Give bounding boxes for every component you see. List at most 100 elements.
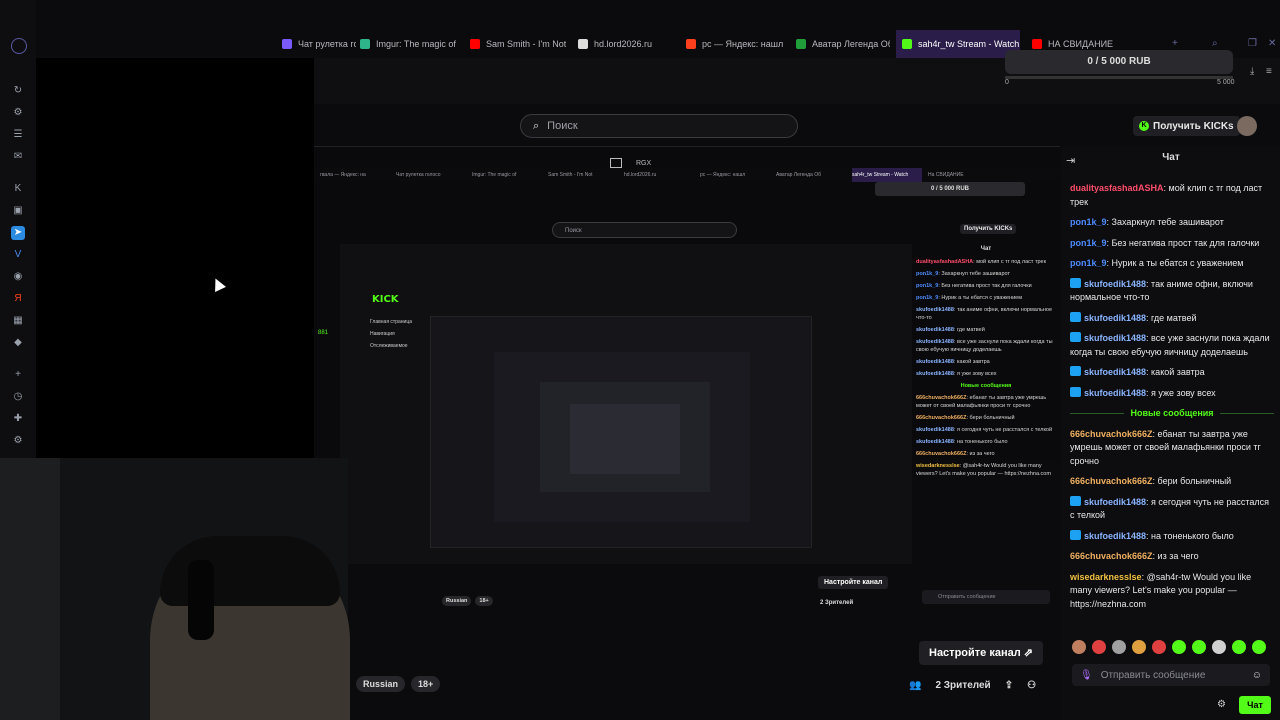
pip-icon[interactable] <box>610 158 622 168</box>
chat-username[interactable]: pon1k_9 <box>1070 217 1107 227</box>
tab-label: НА СВИДАНИЕ <box>1048 39 1114 49</box>
inner-donation-goal: 0 / 5 000 RUB <box>875 182 1025 196</box>
search-icon: ⌕ <box>533 119 540 132</box>
mail-icon[interactable]: ✉ <box>11 150 25 164</box>
chat-message: pon1k_9: Нурик а ты ебатся с уважением <box>1070 257 1274 271</box>
chat-username[interactable]: skufoedik1488 <box>1084 367 1146 377</box>
tab-favicon-icon <box>360 39 370 49</box>
chat-username[interactable]: dualityasfashadASHA <box>1070 183 1164 193</box>
add-user-icon[interactable]: ⚇ <box>1027 680 1036 691</box>
emote-icon[interactable] <box>1152 640 1166 654</box>
kick-logo: KICK <box>372 294 399 305</box>
menu-icon[interactable]: ≡ <box>1266 66 1272 77</box>
tab-favicon-icon <box>1032 39 1042 49</box>
emote-icon[interactable] <box>1112 640 1126 654</box>
chat-username[interactable]: pon1k_9 <box>1070 238 1107 248</box>
tag-age[interactable]: 18+ <box>411 676 441 692</box>
viewer-count: 👥 2 Зрителей ⇪ ⚇ <box>909 680 1036 691</box>
robot-icon[interactable]: ⚙ <box>11 106 25 120</box>
get-kicks-button[interactable]: K Получить KICKs <box>1133 116 1240 136</box>
tab-4[interactable]: рс — Яндекс: нашл <box>680 30 784 58</box>
yandex-icon[interactable]: Я <box>11 292 25 306</box>
emote-icon[interactable] <box>1252 640 1266 654</box>
verified-badge-icon <box>1070 277 1081 288</box>
chat-username[interactable]: 666chuvachok666Z <box>1070 429 1153 439</box>
chat-username[interactable]: skufoedik1488 <box>1084 531 1146 541</box>
restore-window-icon[interactable]: ❐ <box>1248 38 1257 49</box>
player-overlay: RGX <box>610 158 651 168</box>
tab-0[interactable]: Чат рулетка голосо <box>276 30 356 58</box>
inner-chat-text: : где матвей <box>953 327 985 333</box>
inner-chat-line: 666chuvachok666Z: бери больничный <box>916 414 1056 422</box>
nested-stream-5 <box>570 404 680 474</box>
telegram-icon[interactable]: ➤ <box>11 226 25 240</box>
emote-icon[interactable] <box>1192 640 1206 654</box>
twitch-icon[interactable]: ▣ <box>11 204 25 218</box>
chat-username[interactable]: wisedarknesslse <box>1070 572 1142 582</box>
nested-nav-home: Главная страница <box>370 319 412 325</box>
emote-icon[interactable] <box>1172 640 1186 654</box>
tab-label: hd.lord2026.ru <box>594 39 653 49</box>
emote-icon[interactable] <box>1132 640 1146 654</box>
tab-2[interactable]: Sam Smith - I'm Not <box>464 30 566 58</box>
microphone-icon[interactable]: 🎙 <box>1080 670 1093 681</box>
chat-send-button[interactable]: Чат <box>1239 696 1271 714</box>
share-icon[interactable]: ⇪ <box>1005 680 1013 691</box>
inner-chat-user: 666chuvachok666Z <box>916 395 967 401</box>
close-window-icon[interactable]: ✕ <box>1268 38 1276 49</box>
emote-icon[interactable] <box>1092 640 1106 654</box>
chat-username[interactable]: 666chuvachok666Z <box>1070 476 1153 486</box>
chat-username[interactable]: 666chuvachok666Z <box>1070 551 1153 561</box>
chat-username[interactable]: skufoedik1488 <box>1084 279 1146 289</box>
tab-6[interactable]: sah4r_tw Stream - Watch <box>896 30 1020 58</box>
chat-username[interactable]: skufoedik1488 <box>1084 313 1146 323</box>
history-icon[interactable]: ↻ <box>11 84 25 98</box>
inner-tag-language: Russian <box>442 596 472 606</box>
photo-icon[interactable]: ▦ <box>11 314 25 328</box>
inner-tab: Sam Smith - I'm Not <box>548 172 593 178</box>
chat-message: skufoedik1488: какой завтра <box>1070 366 1274 380</box>
chat-username[interactable]: skufoedik1488 <box>1084 388 1146 398</box>
chat-message: skufoedik1488: где матвей <box>1070 311 1274 326</box>
chat-settings-icon[interactable]: ⚙ <box>1217 699 1226 710</box>
chat-text: : где матвей <box>1146 312 1197 323</box>
goal-max: 5 000 <box>1217 79 1235 86</box>
chat-message: skufoedik1488: я уже зову всех <box>1070 386 1274 401</box>
clock-icon[interactable]: ◷ <box>11 390 25 404</box>
inner-chat-user: skufoedik1488 <box>916 327 954 333</box>
puzzle-icon[interactable]: ✚ <box>11 412 25 426</box>
rgx-label: RGX <box>636 159 652 167</box>
chat-message: skufoedik1488: на тоненького было <box>1070 529 1274 544</box>
download-icon[interactable]: ⤓ <box>1250 66 1254 77</box>
browser-logo-icon[interactable] <box>11 38 27 54</box>
chat-username[interactable]: skufoedik1488 <box>1084 497 1146 507</box>
new-tab-button[interactable]: + <box>1172 38 1178 49</box>
inner-chat-text: : Нурик а ты ебатся с уважением <box>938 295 1023 301</box>
add-icon[interactable]: + <box>11 368 25 382</box>
inner-chat-user: 666chuvachok666Z <box>916 415 967 421</box>
search-tabs-icon[interactable]: ⌕ <box>1212 38 1218 49</box>
emote-icon[interactable] <box>1212 640 1226 654</box>
microphone <box>188 560 214 640</box>
tab-3[interactable]: hd.lord2026.ru <box>572 30 674 58</box>
discord-icon[interactable]: ◉ <box>11 270 25 284</box>
settings-icon[interactable]: ⚙ <box>11 434 25 448</box>
game-icon[interactable]: ◆ <box>11 336 25 350</box>
emoji-icon[interactable]: ☺ <box>1252 670 1262 681</box>
checklist-icon[interactable]: ☰ <box>11 128 25 142</box>
inner-tab: hd.lord2026.ru <box>624 172 657 178</box>
configure-channel-button[interactable]: Настройте канал ⇗ <box>919 641 1043 665</box>
tab-5[interactable]: Аватар Легенда Об <box>790 30 890 58</box>
chat-input[interactable]: 🎙 Отправить сообщение ☺ <box>1072 664 1270 686</box>
tab-label: Imgur: The magic of <box>376 39 456 49</box>
emote-icon[interactable] <box>1072 640 1086 654</box>
chat-username[interactable]: skufoedik1488 <box>1084 333 1146 343</box>
tab-1[interactable]: Imgur: The magic of <box>354 30 458 58</box>
kick-icon[interactable]: K <box>11 182 25 196</box>
vk-icon[interactable]: V <box>11 248 25 262</box>
avatar[interactable] <box>1237 116 1257 136</box>
emote-icon[interactable] <box>1232 640 1246 654</box>
search-input[interactable]: ⌕ Поиск <box>520 114 798 138</box>
tag-language[interactable]: Russian <box>356 676 406 692</box>
chat-username[interactable]: pon1k_9 <box>1070 258 1107 268</box>
